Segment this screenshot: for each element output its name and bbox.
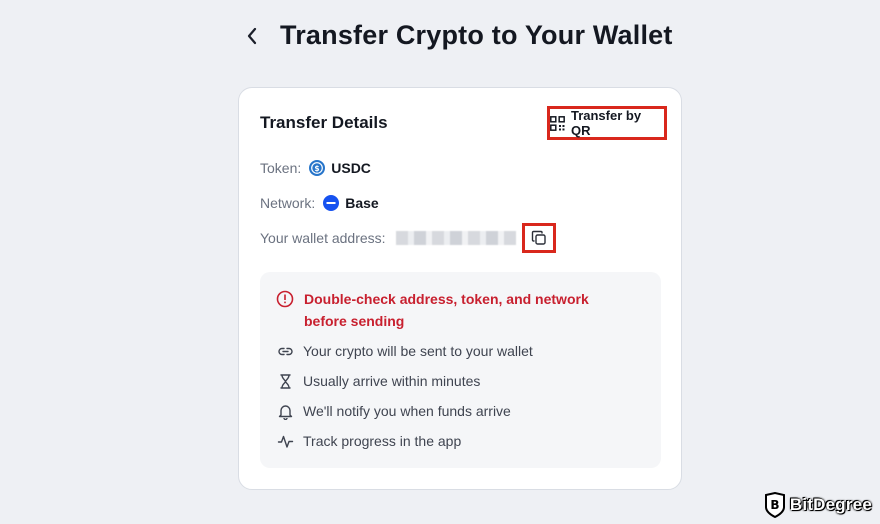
info-item-track: Track progress in the app [276,432,461,450]
network-label: Network: [260,195,316,211]
copy-icon [531,230,546,245]
base-network-icon [323,195,340,211]
wallet-address-label: Your wallet address: [260,230,386,246]
info-item-text: Your crypto will be sent to your wallet [303,343,533,359]
qr-code-icon [550,115,565,131]
page-title: Transfer Crypto to Your Wallet [280,20,673,50]
card-title: Transfer Details [260,113,388,132]
bell-icon [276,402,294,420]
warning-message: Double-check address, token, and network… [276,288,634,332]
brand-name: BitDegree [789,495,872,514]
bitdegree-logo-icon: B [764,492,785,518]
link-icon [276,342,294,360]
transfer-by-qr-button[interactable]: Transfer by QR [547,106,667,140]
hourglass-icon [276,372,294,390]
info-item-notify: We'll notify you when funds arrive [276,402,511,420]
token-value: USDC [331,160,371,176]
network-row: Network: Base [260,193,379,213]
info-item-text: Usually arrive within minutes [303,373,481,389]
transfer-details-card: Transfer Details Transfer by QR Token: $… [238,87,682,490]
wallet-address-row: Your wallet address: [260,228,516,248]
page-header: Transfer Crypto to Your Wallet [0,14,880,58]
transfer-by-qr-label: Transfer by QR [570,108,642,138]
svg-text:B: B [770,498,779,512]
info-item-text: Track progress in the app [303,433,462,449]
chevron-left-icon [247,27,257,45]
network-value: Base [345,195,379,211]
info-item-wallet: Your crypto will be sent to your wallet [276,342,533,360]
usdc-icon: $ [309,160,326,176]
bitdegree-watermark: B BitDegree [764,492,872,518]
copy-address-button[interactable] [522,223,556,253]
activity-icon [276,432,294,450]
info-item-timing: Usually arrive within minutes [276,372,480,390]
alert-circle-icon [276,290,294,308]
transfer-info-box: Double-check address, token, and network… [260,272,661,468]
wallet-address-redacted [395,231,516,245]
svg-text:$: $ [315,164,320,173]
warning-text: Double-check address, token, and network… [304,291,589,329]
token-label: Token: [260,160,302,176]
info-item-text: We'll notify you when funds arrive [303,403,511,419]
token-row: Token: $ USDC [260,158,371,178]
back-button[interactable] [238,22,266,50]
